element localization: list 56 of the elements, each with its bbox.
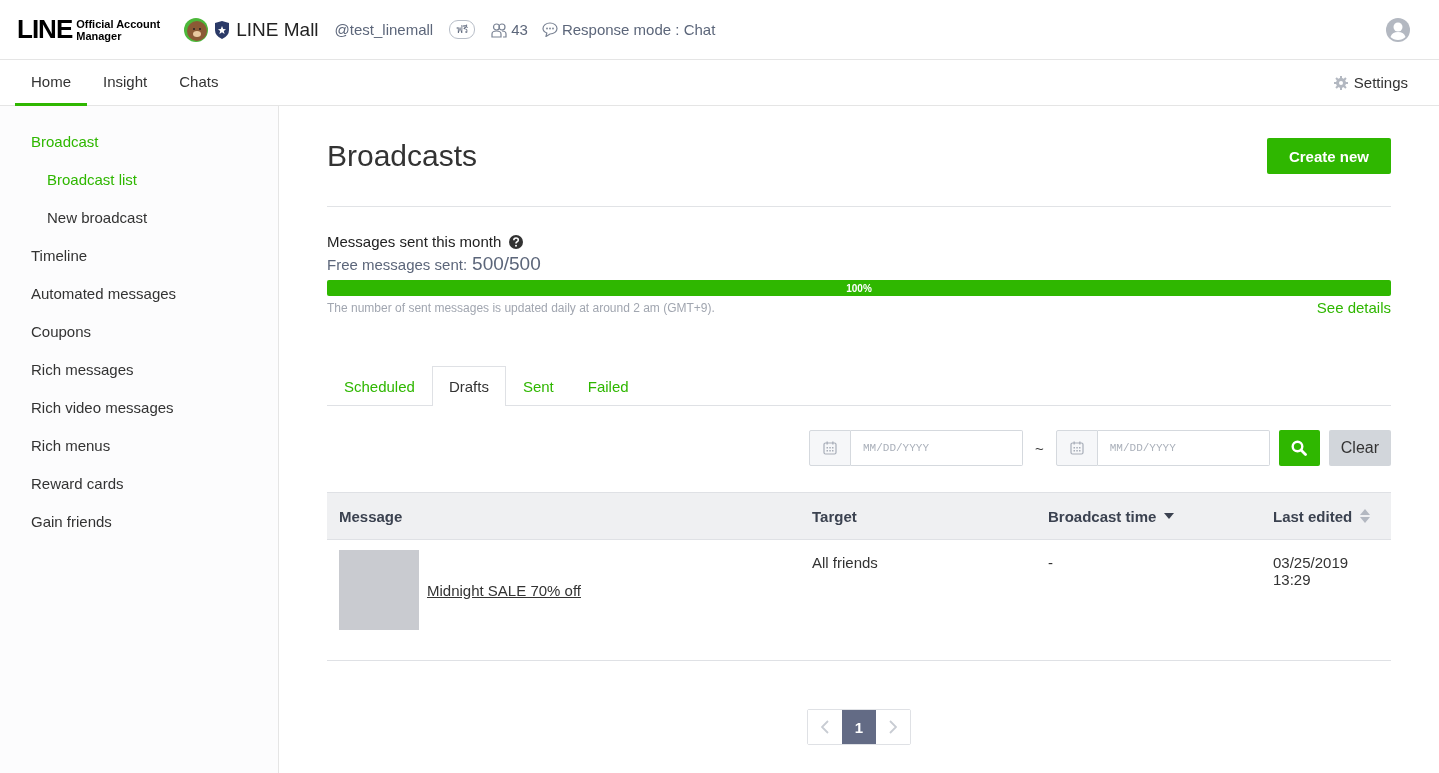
- account-id: @test_linemall: [334, 21, 434, 38]
- help-icon: [509, 234, 524, 249]
- start-date-field[interactable]: MM/DD/YYYY: [851, 430, 1023, 466]
- plan-badge: ฟรี: [449, 20, 476, 39]
- friends-count: 43: [511, 21, 528, 38]
- sidebar-item[interactable]: Timeline: [0, 236, 278, 274]
- sidebar-item[interactable]: Rich menus: [0, 426, 278, 464]
- calendar-addon[interactable]: [809, 430, 851, 466]
- progress-percent: 100%: [846, 282, 872, 294]
- logo-wordmark: LINE: [17, 14, 73, 45]
- page-number-button[interactable]: 1: [842, 710, 876, 744]
- table-cell: -: [1048, 554, 1053, 571]
- settings-link[interactable]: Settings: [1333, 60, 1424, 105]
- calendar-icon: [1069, 441, 1084, 455]
- search-button[interactable]: [1278, 430, 1320, 466]
- usage-note: The number of sent messages is updated daily at around 2 am (GMT+9).: [327, 300, 715, 315]
- page-title: Broadcasts: [327, 139, 478, 173]
- calendar-icon: [823, 441, 837, 455]
- sidebar-item[interactable]: Coupons: [0, 312, 278, 350]
- free-messages-value: 500/500: [472, 253, 541, 275]
- sort-icon[interactable]: [1360, 509, 1371, 523]
- nav-tab[interactable]: Chats: [163, 60, 235, 106]
- column-header: Message: [339, 507, 403, 525]
- sidebar-item[interactable]: New broadcast: [0, 198, 278, 236]
- chevron-left-icon: [821, 720, 829, 734]
- column-header: Broadcast time: [1048, 507, 1157, 525]
- calendar-addon[interactable]: [1055, 430, 1098, 466]
- gear-icon: [1333, 75, 1348, 90]
- end-date-field[interactable]: MM/DD/YYYY: [1097, 430, 1270, 466]
- sidebar-item[interactable]: Rich messages: [0, 350, 278, 388]
- chevron-right-icon: [889, 720, 897, 734]
- sidebar-item[interactable]: Rich video messages: [0, 388, 278, 426]
- search-icon: [1291, 440, 1308, 456]
- friends-icon: [491, 21, 508, 38]
- sidebar-item[interactable]: Reward cards: [0, 464, 278, 502]
- table-cell: 03/25/2019 13:29: [1273, 554, 1349, 588]
- response-mode: Response mode : Chat: [561, 21, 716, 38]
- table-cell: All friends: [812, 554, 878, 571]
- usage-heading: Messages sent this month: [327, 233, 502, 250]
- sidebar-item[interactable]: Automated messages: [0, 274, 278, 312]
- date-range-separator: ~: [1034, 439, 1045, 457]
- free-messages-label: Free messages sent:: [327, 256, 468, 273]
- chat-bubble-icon: [541, 22, 558, 37]
- column-header: Last edited: [1273, 507, 1353, 525]
- shield-icon: [214, 20, 231, 39]
- clear-button[interactable]: Clear: [1328, 430, 1391, 466]
- user-icon[interactable]: [1386, 17, 1410, 42]
- account-name: LINE Mall: [236, 18, 319, 41]
- logo-subtitle: Official Account Manager: [76, 17, 161, 42]
- message-link[interactable]: Midnight SALE 70% off: [427, 581, 581, 599]
- sort-descending-icon[interactable]: [1164, 513, 1175, 519]
- nav-tab[interactable]: Insight: [87, 60, 164, 106]
- sidebar-item[interactable]: Gain friends: [0, 502, 278, 540]
- broadcast-tab[interactable]: Drafts: [431, 366, 506, 406]
- column-header: Target: [812, 507, 857, 525]
- avatar-icon: [184, 17, 209, 42]
